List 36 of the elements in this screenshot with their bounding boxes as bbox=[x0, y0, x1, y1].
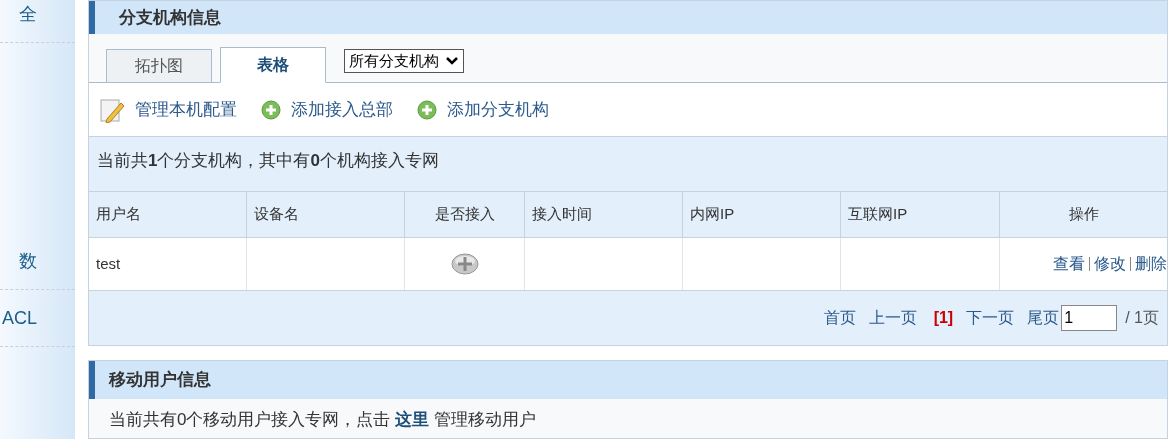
panel-title: 移动用户信息 bbox=[109, 369, 211, 392]
last-page-link[interactable]: 尾页 bbox=[1027, 306, 1060, 330]
note-pencil-icon bbox=[99, 96, 125, 123]
chevron-down-icon bbox=[445, 56, 459, 66]
page-input[interactable]: 1 bbox=[1061, 305, 1118, 331]
page-total: / 1页 bbox=[1125, 308, 1159, 328]
here-link[interactable]: 这里 bbox=[395, 410, 430, 429]
sidebar-item[interactable]: ACL bbox=[2, 304, 37, 332]
current-page: [1] bbox=[933, 308, 954, 328]
sidebar-item[interactable]: 全 bbox=[19, 0, 37, 28]
column-header: 接入时间 bbox=[525, 192, 683, 237]
sidebar-item[interactable]: 数 bbox=[19, 247, 37, 275]
action-link[interactable]: 添加接入总部 bbox=[261, 96, 393, 123]
plus-circle-icon bbox=[417, 99, 437, 120]
tab[interactable]: 拓扑图 bbox=[106, 49, 212, 83]
column-header: 操作 bbox=[1067, 204, 1100, 225]
action-link[interactable]: 管理本机配置 bbox=[99, 96, 237, 123]
operation-link[interactable]: 修改 bbox=[1094, 252, 1126, 276]
column-header: 内网IP bbox=[683, 192, 841, 237]
column-header: 互联网IP bbox=[841, 192, 1000, 237]
plus-circle-icon bbox=[261, 99, 281, 120]
table-cell-text: test bbox=[96, 253, 121, 274]
column-header: 是否接入 bbox=[405, 192, 525, 237]
operation-link[interactable]: 查看 bbox=[1053, 252, 1085, 276]
tab[interactable]: 表格 bbox=[220, 47, 326, 83]
summary-text: 当前共1个分支机构，其中有0个机构接入专网 bbox=[97, 150, 439, 172]
branch-select[interactable]: 所有分支机构 bbox=[344, 49, 464, 73]
mobile-summary-text: 当前共有0个移动用户接入专网，点击 这里 管理移动用户 bbox=[108, 409, 537, 431]
first-page-link[interactable]: 首页 bbox=[823, 306, 856, 330]
operation-link[interactable]: 删除 bbox=[1135, 252, 1167, 276]
column-header: 用户名 bbox=[89, 192, 247, 237]
panel-title: 分支机构信息 bbox=[119, 6, 221, 29]
action-link[interactable]: 添加分支机构 bbox=[417, 96, 549, 123]
next-page-link[interactable]: 下一页 bbox=[966, 306, 1015, 330]
prev-page-link[interactable]: 上一页 bbox=[868, 306, 917, 330]
column-header: 设备名 bbox=[247, 192, 405, 237]
